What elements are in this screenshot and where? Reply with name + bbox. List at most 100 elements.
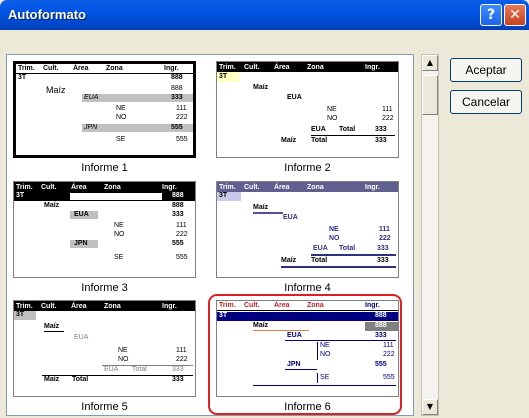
total-rule (311, 135, 395, 136)
scroll-thumb[interactable] (422, 75, 438, 115)
row-value: 555 (176, 136, 188, 143)
gallery-scrollbar[interactable]: ▲ ▼ (421, 54, 439, 416)
hdr-cult: Cult. (244, 183, 260, 191)
row-value: 888 (172, 192, 184, 199)
thumb-header: Trim. Cult. Área Zona Ingr. (16, 64, 193, 74)
hdr-zona: Zona (307, 63, 324, 71)
row-area: EUA (311, 126, 326, 133)
row-value: 111 (382, 106, 393, 113)
row-value: 111 (176, 347, 187, 354)
row-trim: 3T (18, 74, 27, 81)
hdr-area: Área (274, 183, 290, 191)
row-zone: NO (118, 356, 129, 363)
row-crop: Maíz (44, 376, 60, 383)
report-option-4[interactable]: Trim. Cult. Área Zona Ingr. 3T Maíz EUA … (212, 181, 403, 297)
format-gallery: Trim. Cult. Área Zona Ingr. 3T 888 Maíz … (6, 54, 414, 416)
report-caption: Informe 1 (81, 162, 128, 174)
thumb-header: Trim. Cult. Área Zona Ingr. (14, 182, 195, 192)
hdr-trim: Trim. (219, 183, 236, 191)
help-button[interactable]: ? (480, 4, 502, 26)
row-crop: Maíz (253, 204, 269, 211)
row-total: Total (339, 245, 356, 252)
row-band (70, 193, 162, 200)
row-crop: Maíz (44, 323, 60, 330)
row-rule (253, 212, 283, 214)
row-zone: NO (114, 231, 125, 238)
scroll-down-arrow-icon[interactable]: ▼ (422, 399, 438, 415)
selection-highlight (208, 294, 402, 415)
hdr-ingr: Ingr. (162, 183, 177, 191)
row-value: 333 (172, 211, 184, 218)
hdr-trim: Trim. (16, 183, 33, 191)
hdr-area: Área (73, 65, 89, 72)
row-trim: 3T (16, 192, 25, 199)
hdr-ingr: Ingr. (164, 65, 179, 72)
row-zone: NE (116, 105, 126, 112)
total-rule (311, 254, 396, 256)
row-area: EUA (84, 94, 99, 101)
hdr-trim: Trim. (16, 302, 33, 310)
report-thumbnail-4: Trim. Cult. Área Zona Ingr. 3T Maíz EUA … (216, 181, 399, 278)
close-button[interactable]: ✕ (504, 4, 526, 26)
report-caption: Informe 2 (284, 162, 331, 174)
report-thumbnail-1: Trim. Cult. Área Zona Ingr. 3T 888 Maíz … (13, 61, 196, 158)
report-option-3[interactable]: Trim. Cult. Área Zona Ingr. 3T 888 Maíz … (9, 181, 200, 297)
report-option-2[interactable]: Trim. Cult. Área Zona Ingr. 3T Maíz EUA … (212, 61, 403, 177)
row-zone: SE (116, 136, 126, 143)
hdr-ingr: Ingr. (162, 302, 177, 310)
hdr-cult: Cult. (43, 65, 59, 72)
row-zone: SE (114, 254, 124, 261)
row-value: 333 (171, 94, 183, 101)
cancel-button[interactable]: Cancelar (450, 90, 522, 114)
scroll-up-arrow-icon[interactable]: ▲ (422, 55, 438, 71)
row-total: Total (132, 366, 147, 373)
hdr-ingr: Ingr. (365, 183, 380, 191)
row-trim: 3T (16, 311, 25, 318)
row-total: Total (311, 137, 328, 144)
row-zone: NE (114, 222, 124, 229)
hdr-trim: Trim. (18, 65, 35, 72)
row-value: 111 (379, 226, 390, 233)
title-bar: Autoformato ? ✕ (0, 0, 529, 30)
thumb-header: Trim. Cult. Área Zona Ingr. (217, 62, 398, 72)
row-value: 555 (176, 254, 188, 261)
row-value: 222 (176, 114, 188, 121)
row-crop: Maíz (44, 202, 60, 209)
row-value: 888 (171, 85, 183, 92)
report-caption: Informe 4 (284, 282, 331, 294)
row-zone: NE (327, 106, 337, 113)
row-value: 111 (176, 105, 187, 112)
row-value: 888 (172, 202, 184, 209)
row-total: Total (339, 126, 356, 133)
row-value: 333 (375, 137, 387, 144)
row-value: 888 (171, 74, 183, 81)
row-value: 333 (172, 366, 184, 373)
row-value: 222 (176, 356, 188, 363)
row-value: 555 (171, 124, 183, 131)
row-value: 333 (377, 245, 389, 252)
row-area: JPN (84, 124, 98, 131)
row-value: 555 (172, 240, 184, 247)
row-area: EUA (74, 334, 89, 341)
hdr-cult: Cult. (41, 302, 57, 310)
row-crop: Maíz (253, 84, 269, 91)
report-thumbnail-5: Trim. Cult. Área Zona Ingr. 3T Maíz EUA … (13, 300, 196, 397)
hdr-zona: Zona (104, 183, 121, 191)
row-zone: NE (118, 347, 128, 354)
row-trim: 3T (219, 73, 228, 80)
accept-button[interactable]: Aceptar (450, 58, 522, 82)
row-zone: NO (116, 114, 127, 121)
autoformat-dialog: Autoformato ? ✕ Trim. Cult. Área Zona In… (0, 0, 529, 418)
thumb-header: Trim. Cult. Área Zona Ingr. (217, 182, 398, 192)
row-total: Total (72, 376, 89, 383)
report-option-5[interactable]: Trim. Cult. Área Zona Ingr. 3T Maíz EUA … (9, 300, 200, 416)
row-value: 111 (176, 222, 187, 229)
row-crop: Maíz (46, 85, 66, 95)
hdr-area: Área (71, 183, 87, 191)
row-zone: NO (327, 115, 338, 122)
report-option-1[interactable]: Trim. Cult. Área Zona Ingr. 3T 888 Maíz … (9, 61, 200, 177)
hdr-trim: Trim. (219, 63, 236, 71)
row-value: 333 (172, 376, 184, 383)
report-caption: Informe 5 (81, 401, 128, 413)
row-value: 222 (382, 115, 394, 122)
